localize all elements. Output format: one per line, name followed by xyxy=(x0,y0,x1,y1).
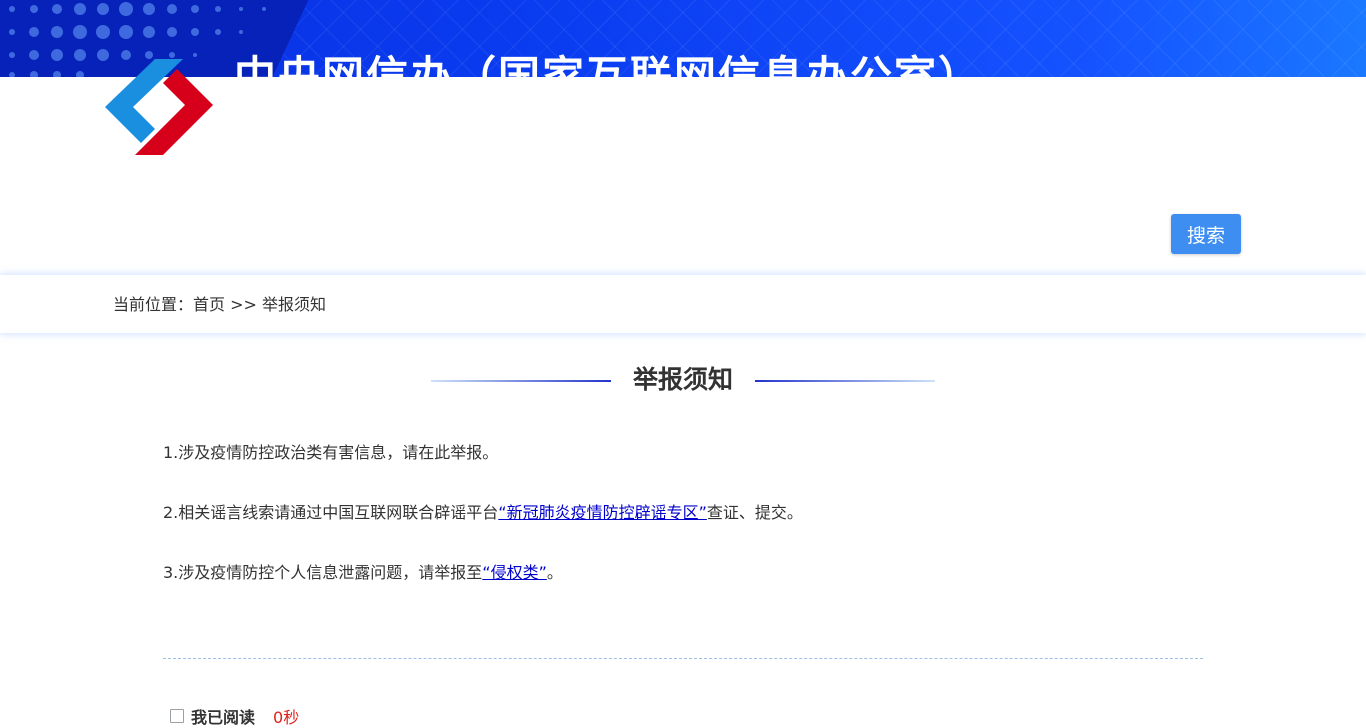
notice-text: 1.涉及疫情防控政治类有害信息，请在此举报。 xyxy=(163,443,499,462)
notice-text: 查证、提交。 xyxy=(706,503,803,522)
countdown-timer: 0秒 xyxy=(273,708,300,727)
breadcrumb-bar: 当前位置：首页 >> 举报须知 xyxy=(0,275,1366,333)
notice-text: 3.涉及疫情防控个人信息泄露问题，请举报至 xyxy=(163,563,483,582)
notice-item-2: 2.相关谣言线索请通过中国互联网联合辟谣平台“新冠肺炎疫情防控辟谣专区”查证、提… xyxy=(163,503,803,523)
site-title: 中央网信办（国家互联网信息办公室） xyxy=(234,52,983,77)
rumor-zone-link[interactable]: “新冠肺炎疫情防控辟谣专区” xyxy=(498,503,707,522)
notice-text: 。 xyxy=(546,563,563,582)
breadcrumb: 当前位置：首页 >> 举报须知 xyxy=(113,295,326,315)
infringement-link[interactable]: “侵权类” xyxy=(482,563,547,582)
heading-divider-right xyxy=(755,380,935,382)
search-button[interactable]: 搜索 xyxy=(1171,214,1241,254)
breadcrumb-home-link[interactable]: 首页 xyxy=(193,295,225,314)
agree-checkbox[interactable] xyxy=(170,709,184,723)
agree-row: 我已阅读 0秒 xyxy=(169,705,299,727)
notice-text: 2.相关谣言线索请通过中国互联网联合辟谣平台 xyxy=(163,503,499,522)
notice-item-3: 3.涉及疫情防控个人信息泄露问题，请举报至“侵权类”。 xyxy=(163,563,563,583)
breadcrumb-prefix: 当前位置： xyxy=(113,295,194,314)
breadcrumb-current: 举报须知 xyxy=(262,295,327,314)
breadcrumb-separator: >> xyxy=(225,295,263,314)
agree-label[interactable]: 我已阅读 xyxy=(191,704,255,728)
cac-logo-icon[interactable] xyxy=(103,57,215,157)
content-divider xyxy=(163,658,1203,659)
page-heading: 举报须知 xyxy=(431,360,935,400)
notice-item-1: 1.涉及疫情防控政治类有害信息，请在此举报。 xyxy=(163,443,498,463)
